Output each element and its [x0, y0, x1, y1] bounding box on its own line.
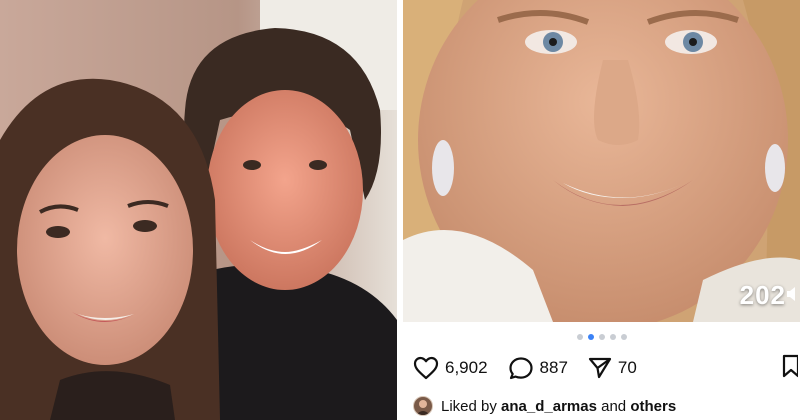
carousel-dot-active[interactable]: [587, 334, 594, 340]
comment-count: 887: [539, 358, 568, 377]
comment-button[interactable]: 887: [508, 356, 568, 380]
carousel-dot[interactable]: [609, 334, 616, 340]
save-button[interactable]: [782, 354, 800, 383]
comment-icon: [508, 356, 534, 380]
liked-by-others-link[interactable]: others: [630, 398, 676, 415]
send-icon: [588, 356, 612, 380]
speaker-icon[interactable]: [786, 284, 798, 304]
post-photo[interactable]: 202: [403, 0, 800, 322]
social-post: 202 6,902 887 70 Liked by ana_d_armas an…: [403, 0, 800, 420]
post-actions: 6,902 887 70: [413, 353, 657, 383]
liked-by-prefix: Liked by: [441, 397, 497, 415]
share-button[interactable]: 70: [588, 356, 637, 380]
avatar[interactable]: [413, 396, 433, 416]
selfie-photo: [0, 0, 397, 420]
liked-by-line: Liked by ana_d_armas and others: [413, 396, 676, 416]
liked-by-username-link[interactable]: ana_d_armas: [501, 398, 597, 415]
carousel-dot[interactable]: [576, 334, 583, 340]
like-button[interactable]: 6,902: [413, 356, 488, 380]
carousel-indicator: [403, 334, 800, 340]
year-overlay-text: 202: [739, 280, 786, 310]
share-count: 70: [617, 358, 637, 377]
carousel-dot[interactable]: [598, 334, 605, 340]
liked-by-and: and: [601, 397, 627, 415]
bookmark-icon: [782, 354, 800, 382]
carousel-dot[interactable]: [620, 334, 627, 340]
heart-icon: [413, 356, 439, 380]
like-count: 6,902: [445, 358, 488, 377]
